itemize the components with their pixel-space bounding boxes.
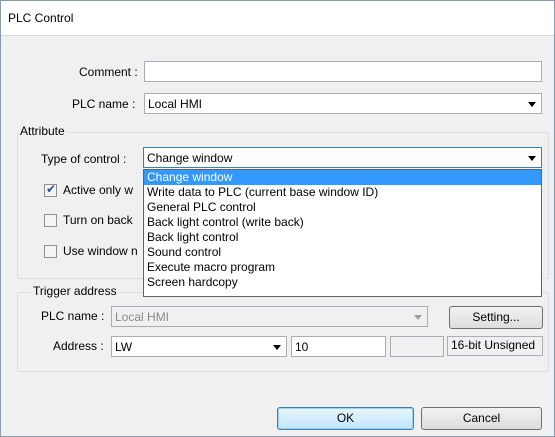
trigger-address-title: Trigger address <box>31 284 119 298</box>
chevron-down-icon <box>414 315 422 320</box>
active-only-label: Active only w <box>63 183 134 197</box>
plc-name-value: Local HMI <box>148 97 203 111</box>
dropdown-option[interactable]: Back light control (write back) <box>144 215 541 230</box>
type-of-control-dropdown-list: Change window Write data to PLC (current… <box>143 169 542 297</box>
data-format-field: 16-bit Unsigned <box>447 336 543 356</box>
checkmark-icon: ✔ <box>46 182 57 196</box>
turn-on-back-checkbox[interactable] <box>44 214 57 227</box>
title-bar: PLC Control <box>1 1 554 36</box>
dropdown-option[interactable]: Screen hardcopy <box>144 275 541 290</box>
trigger-plc-name-label: PLC name : <box>41 309 105 323</box>
address-type-select[interactable]: LW <box>111 336 287 357</box>
plc-control-dialog: PLC Control Comment : PLC name : Local H… <box>0 0 555 437</box>
chevron-down-icon <box>528 156 536 161</box>
type-of-control-label: Type of control : <box>41 152 127 166</box>
address-value: 10 <box>295 340 309 354</box>
dropdown-option[interactable]: Execute macro program <box>144 260 541 275</box>
chevron-down-icon <box>528 102 536 107</box>
use-window-label: Use window n <box>63 244 138 258</box>
plc-name-select[interactable]: Local HMI <box>144 93 542 114</box>
dropdown-option[interactable]: Back light control <box>144 230 541 245</box>
cancel-button[interactable]: Cancel <box>421 407 542 430</box>
attribute-group-title: Attribute <box>18 124 67 138</box>
type-of-control-select[interactable]: Change window <box>143 147 542 168</box>
trigger-plc-name-select[interactable]: Local HMI <box>111 306 428 327</box>
address-type-value: LW <box>115 340 133 354</box>
dropdown-option[interactable]: Write data to PLC (current base window I… <box>144 185 541 200</box>
address-value-input[interactable]: 10 <box>291 336 386 357</box>
chevron-down-icon <box>273 345 281 350</box>
trigger-plc-name-value: Local HMI <box>115 310 170 324</box>
window-title: PLC Control <box>8 11 74 25</box>
ok-button[interactable]: OK <box>277 407 414 430</box>
plc-name-label: PLC name : <box>72 97 136 111</box>
data-format-value: 16-bit Unsigned <box>451 338 536 352</box>
comment-label: Comment : <box>79 65 138 79</box>
dropdown-option[interactable]: Change window <box>144 170 541 185</box>
setting-button[interactable]: Setting... <box>449 306 543 329</box>
active-only-checkbox[interactable]: ✔ <box>44 182 57 197</box>
dropdown-option[interactable]: General PLC control <box>144 200 541 215</box>
turn-on-back-label: Turn on back <box>63 213 133 227</box>
trigger-address-group <box>17 292 549 372</box>
address-label: Address : <box>53 339 104 353</box>
dropdown-option[interactable]: Sound control <box>144 245 541 260</box>
use-window-checkbox[interactable] <box>44 245 57 258</box>
comment-input[interactable] <box>144 61 542 82</box>
address-extra-field <box>390 336 444 357</box>
type-of-control-value: Change window <box>147 151 233 165</box>
